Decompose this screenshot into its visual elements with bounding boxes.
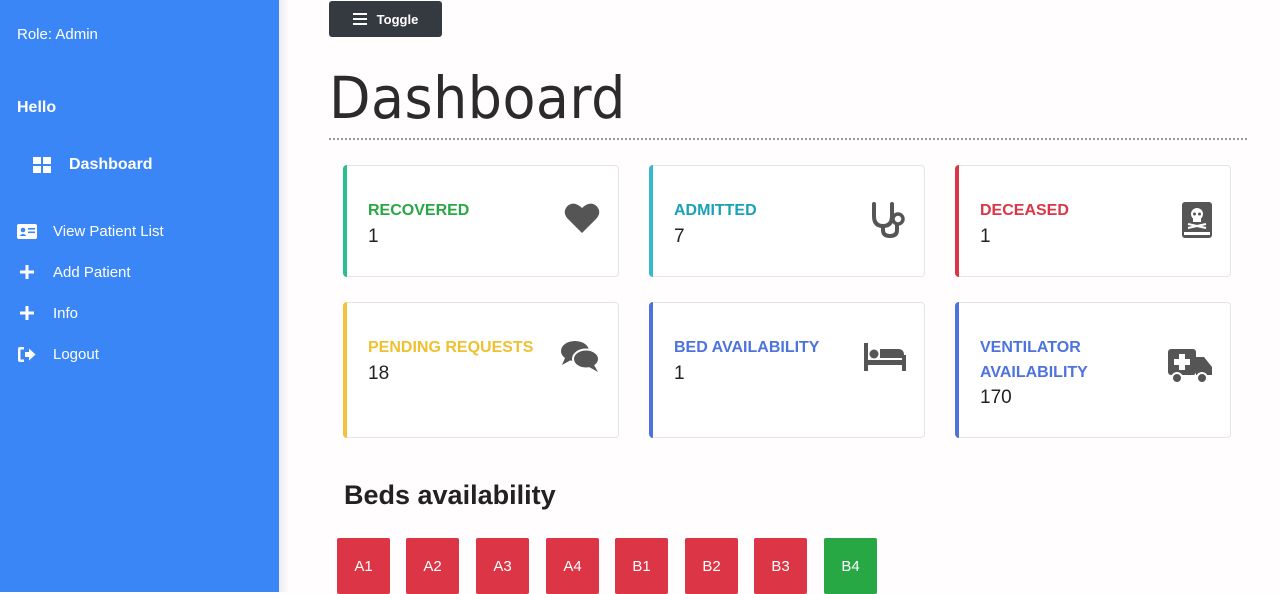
plus-icon [17,303,37,323]
bed-a2[interactable]: A2 [406,538,459,594]
bed-b4[interactable]: B4 [824,538,877,594]
card-label: ADMITTED [674,202,757,219]
title-divider [329,138,1247,140]
bed-a4[interactable]: A4 [546,538,599,594]
card-label: RECOVERED [368,202,470,219]
logout-icon [17,344,37,364]
card-value: 1 [980,226,991,247]
card-value: 1 [368,226,379,247]
card-accent [955,302,959,438]
toggle-button[interactable]: Toggle [329,1,442,37]
page-title: Dashboard [329,64,626,132]
card-value: 1 [674,363,685,384]
dashboard-grid-icon [32,155,52,175]
plus-icon [17,262,37,282]
bed-b3[interactable]: B3 [754,538,807,594]
card-accent [343,165,347,277]
sidebar-item-view-patient-list[interactable]: View Patient List [17,221,164,241]
bed-a3[interactable]: A3 [476,538,529,594]
sidebar: Role: Admin Hello Dashboard View Patient… [0,0,279,592]
bed-b2[interactable]: B2 [685,538,738,594]
sidebar-item-add-patient[interactable]: Add Patient [17,262,131,282]
skull-book-icon [1182,202,1212,243]
stat-card-pending-requests: PENDING REQUESTS 18 [343,302,619,438]
heart-icon [564,202,600,239]
stethoscope-icon [870,202,906,243]
sidebar-item-info[interactable]: Info [17,303,78,323]
sidebar-item-label: Logout [53,345,99,363]
ambulance-icon [1168,349,1212,390]
card-value: 7 [674,226,685,247]
bed-icon [864,343,906,376]
sidebar-item-label: Info [53,304,79,322]
card-accent [343,302,347,438]
card-value: 18 [368,363,390,384]
card-label: BED AVAILABILITY [674,339,820,356]
card-accent [649,165,653,277]
toggle-label: Toggle [376,11,419,27]
stat-card-ventilator-availability: VENTILATOR AVAILABILITY 170 [955,302,1231,438]
chat-icon [560,339,600,378]
bed-a1[interactable]: A1 [337,538,390,594]
id-card-icon [17,221,37,241]
stat-card-bed-availability: BED AVAILABILITY 1 [649,302,925,438]
stat-card-admitted: ADMITTED 7 [649,165,925,277]
card-label: VENTILATOR AVAILABILITY [980,339,1088,381]
sidebar-shadow [279,0,289,592]
sidebar-item-label: Add Patient [53,263,131,281]
beds-section-title: Beds availability [344,480,556,510]
card-label: DECEASED [980,202,1069,219]
card-accent [955,165,959,277]
card-value: 170 [980,387,1012,408]
role-label: Role: Admin [17,26,98,43]
sidebar-item-label: Dashboard [69,156,153,173]
menu-icon [352,13,367,25]
sidebar-item-dashboard[interactable]: Dashboard [32,155,153,175]
card-accent [649,302,653,438]
stat-card-recovered: RECOVERED 1 [343,165,619,277]
bed-b1[interactable]: B1 [615,538,668,594]
stat-card-deceased: DECEASED 1 [955,165,1231,277]
greeting: Hello [17,99,57,116]
sidebar-item-label: View Patient List [53,222,164,240]
card-label: PENDING REQUESTS [368,339,534,356]
sidebar-item-logout[interactable]: Logout [17,344,99,364]
